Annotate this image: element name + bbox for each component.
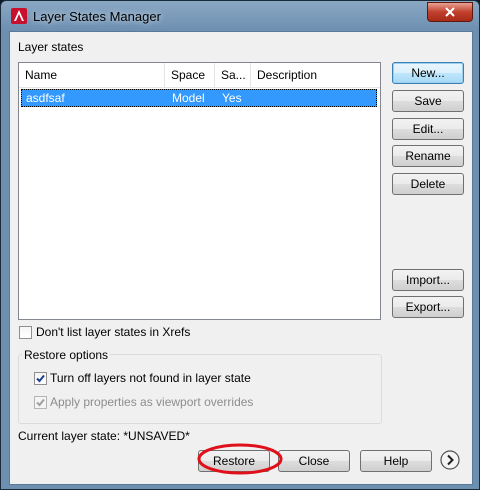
restore-button[interactable]: Restore [198,450,270,472]
export-button[interactable]: Export... [392,296,464,318]
restore-options-group [18,354,382,424]
layer-states-manager-window: Layer States Manager Layer states Name S… [0,0,480,490]
column-header-name[interactable]: Name [19,63,165,87]
chevron-right-circle-icon [440,450,460,470]
row-name: asdfsaf [26,91,65,105]
autocad-icon [11,8,27,24]
edit-button[interactable]: Edit... [392,118,464,140]
window-title: Layer States Manager [33,9,161,24]
restore-options-label: Restore options [22,348,111,362]
turn-off-layers-label: Turn off layers not found in layer state [50,371,251,385]
apply-viewport-overrides-checkbox [34,396,47,409]
close-icon [445,7,455,17]
import-button[interactable]: Import... [392,269,464,291]
delete-button[interactable]: Delete [392,173,464,195]
dont-list-xrefs-checkbox[interactable] [19,326,32,339]
title-bar[interactable]: Layer States Manager [1,1,479,31]
help-button[interactable]: Help [360,450,432,472]
checkmark-icon [36,374,45,383]
current-layer-state-text: Current layer state: *UNSAVED* [18,429,190,443]
layer-states-list[interactable]: Name Space Sa... Description asdfsaf Mod… [18,62,381,320]
turn-off-layers-checkbox[interactable] [34,372,47,385]
rename-button[interactable]: Rename [392,145,464,167]
dont-list-xrefs-label: Don't list layer states in Xrefs [36,325,191,339]
checkmark-icon [36,398,45,407]
row-saved: Yes [222,91,242,105]
new-button[interactable]: New... [392,62,464,84]
apply-viewport-overrides-label: Apply properties as viewport overrides [50,395,254,409]
row-description [254,90,258,106]
window-close-button[interactable] [427,2,473,22]
column-header-space[interactable]: Space [165,63,215,87]
column-header-description[interactable]: Description [251,63,380,87]
layer-states-label: Layer states [18,40,84,54]
dialog-client-area: Layer states Name Space Sa... Descriptio… [9,31,473,485]
save-button[interactable]: Save [392,90,464,112]
close-button[interactable]: Close [278,450,350,472]
column-header-saved[interactable]: Sa... [215,63,251,87]
list-header: Name Space Sa... Description [19,63,380,88]
table-row[interactable]: asdfsaf Model Yes [21,89,377,107]
expand-dialog-button[interactable] [440,450,460,470]
row-space: Model [172,91,205,105]
